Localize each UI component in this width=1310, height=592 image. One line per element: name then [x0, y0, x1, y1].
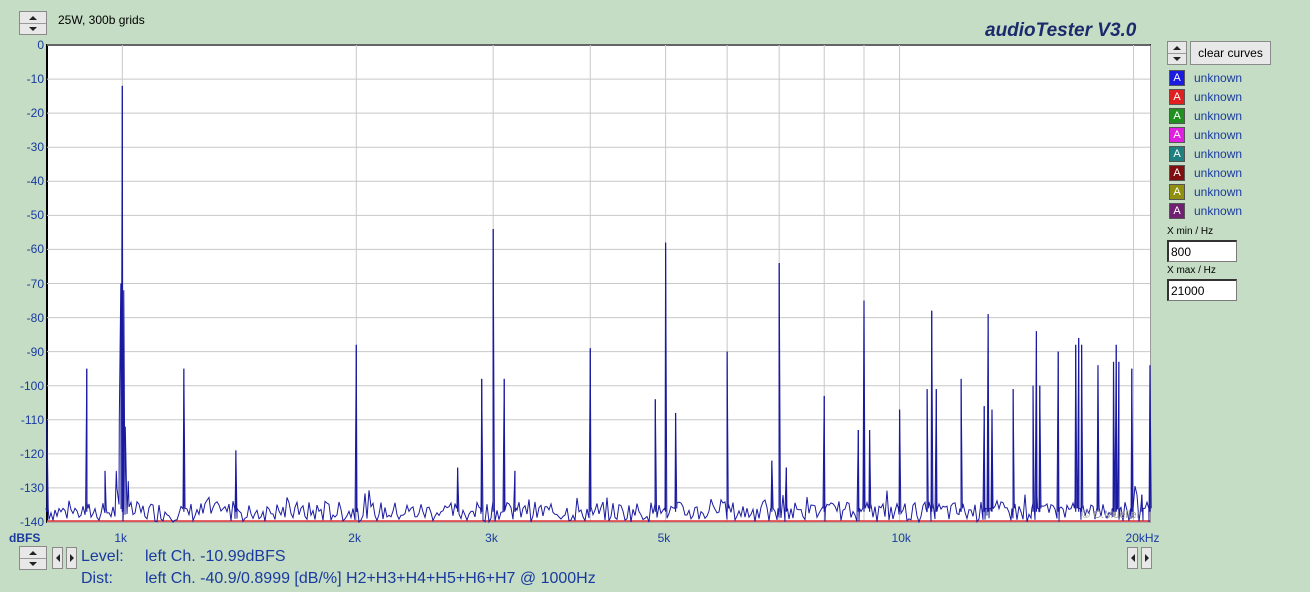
- y-tick-label: -20: [26, 106, 44, 121]
- level-value: left Ch. -10.99dBFS: [145, 548, 286, 565]
- curve-color-swatch[interactable]: A: [1169, 183, 1185, 200]
- curves-spinner[interactable]: [1167, 41, 1187, 65]
- y-tick-label: -30: [26, 140, 44, 155]
- dist-value: left Ch. -40.9/0.8999 [dB/%] H2+H3+H4+H5…: [145, 570, 596, 587]
- xmin-field[interactable]: [1167, 240, 1237, 262]
- dist-key: Dist:: [81, 570, 113, 587]
- x-tick-label: 20kHz: [1125, 531, 1160, 545]
- right-arrow-icon: [69, 554, 74, 562]
- legend-label: unknown: [1194, 108, 1243, 123]
- curve-color-swatch[interactable]: A: [1169, 202, 1185, 219]
- clear-curves-button[interactable]: clear curves: [1190, 41, 1271, 65]
- copyright-text: © C.Mueller: [1082, 509, 1141, 521]
- left-arrow-icon: [55, 554, 60, 562]
- x-tick-label: 1k: [114, 531, 127, 545]
- x-scroll-left-button[interactable]: [1127, 547, 1138, 569]
- level-key: Level:: [81, 548, 124, 565]
- chart-curves: [45, 85, 1152, 524]
- y-scale-spinner[interactable]: [19, 546, 47, 570]
- y-axis-unit: dBFS: [9, 531, 41, 545]
- curve-color-swatch[interactable]: A: [1169, 164, 1185, 181]
- legend-label: unknown: [1194, 70, 1243, 85]
- y-tick-label: -70: [26, 276, 44, 291]
- y-tick-label: -120: [19, 446, 44, 461]
- x-tick-label: 2k: [348, 531, 361, 545]
- y-tick-label: -100: [19, 378, 44, 393]
- x-tick-label: 10k: [891, 531, 911, 545]
- curve-color-swatch[interactable]: A: [1169, 69, 1185, 86]
- legend-label: unknown: [1194, 184, 1243, 199]
- curve-color-swatch[interactable]: A: [1169, 126, 1185, 143]
- right-arrow-icon: [1144, 554, 1149, 562]
- x-tick-label: 3k: [485, 531, 498, 545]
- y-tick-label: -130: [19, 480, 44, 495]
- xmin-label: X min / Hz: [1167, 226, 1214, 237]
- legend-item[interactable]: Aunknown: [1169, 88, 1242, 105]
- legend-item[interactable]: Aunknown: [1169, 164, 1242, 181]
- legend-item[interactable]: Aunknown: [1169, 126, 1242, 143]
- legend-item[interactable]: Aunknown: [1169, 145, 1242, 162]
- y-tick-label: -90: [26, 344, 44, 359]
- series-line-spectrum: [45, 85, 1152, 524]
- x-scroll-right-button[interactable]: [1141, 547, 1152, 569]
- spinner-down-arrow-icon[interactable]: [20, 558, 46, 569]
- curve-color-swatch[interactable]: A: [1169, 107, 1185, 124]
- y-tick-label: -110: [20, 412, 44, 427]
- y-tick-label: -10: [26, 72, 44, 87]
- legend-label: unknown: [1194, 127, 1243, 142]
- scroll-left-button[interactable]: [52, 547, 63, 569]
- xmax-label: X max / Hz: [1167, 265, 1216, 276]
- curve-color-swatch[interactable]: A: [1169, 145, 1185, 162]
- y-tick-label: -60: [26, 242, 44, 257]
- spectrum-chart: [45, 44, 1152, 524]
- legend-item[interactable]: Aunknown: [1169, 183, 1242, 200]
- left-arrow-icon: [1130, 554, 1135, 562]
- y-tick-label: -50: [26, 208, 44, 223]
- legend-label: unknown: [1194, 146, 1243, 161]
- legend-label: unknown: [1194, 89, 1243, 104]
- scroll-right-button[interactable]: [66, 547, 77, 569]
- curve-color-swatch[interactable]: A: [1169, 88, 1185, 105]
- xmax-field[interactable]: [1167, 279, 1237, 301]
- y-tick-label: -140: [19, 515, 44, 529]
- legend-label: unknown: [1194, 203, 1243, 218]
- y-tick-label: -40: [26, 174, 44, 189]
- legend-item[interactable]: Aunknown: [1169, 69, 1242, 86]
- legend-item[interactable]: Aunknown: [1169, 107, 1242, 124]
- y-tick-label: 0: [37, 38, 44, 52]
- legend-label: unknown: [1194, 165, 1243, 180]
- x-tick-label: 5k: [657, 531, 671, 545]
- legend-item[interactable]: Aunknown: [1169, 202, 1242, 219]
- y-tick-label: -80: [26, 310, 44, 325]
- spinner-down-arrow-icon[interactable]: [1168, 53, 1186, 64]
